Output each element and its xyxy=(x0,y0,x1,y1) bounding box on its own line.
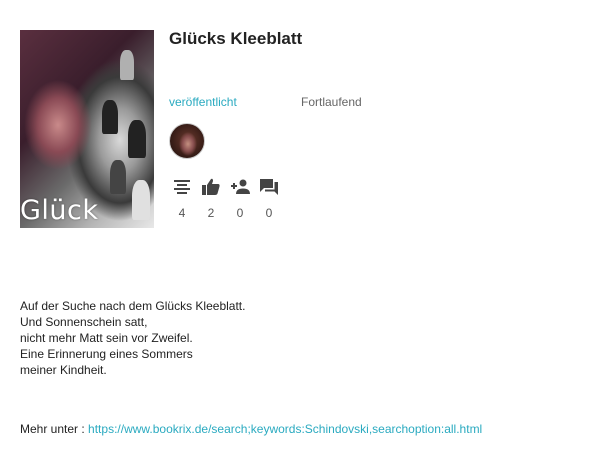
stats-bar: 4 2 0 0 xyxy=(172,177,279,220)
description-line: Eine Erinnerung eines Sommers xyxy=(20,347,193,361)
description-line: Und Sonnenschein satt, xyxy=(20,315,148,329)
description-line: Auf der Suche nach dem Glücks Kleeblatt. xyxy=(20,299,246,313)
description-line: nicht mehr Matt sein vor Zweifel. xyxy=(20,331,193,345)
stat-chapters[interactable]: 4 xyxy=(172,177,192,220)
chapters-count: 4 xyxy=(178,206,186,220)
book-title[interactable]: Glücks Kleeblatt xyxy=(169,29,302,49)
chess-piece-decoration xyxy=(128,120,146,158)
chess-piece-decoration xyxy=(120,50,134,80)
likes-count: 2 xyxy=(207,206,215,220)
comments-icon xyxy=(260,179,278,195)
chess-piece-decoration xyxy=(110,160,126,194)
cover-title: Glück xyxy=(20,195,99,226)
more-label: Mehr unter : xyxy=(20,422,85,436)
chess-piece-decoration xyxy=(132,180,150,220)
comments-count: 0 xyxy=(265,206,273,220)
stat-comments[interactable]: 0 xyxy=(259,177,279,220)
stat-likes[interactable]: 2 xyxy=(201,177,221,220)
book-description: Auf der Suche nach dem Glücks Kleeblatt.… xyxy=(20,298,245,378)
progress-status: Fortlaufend xyxy=(301,95,362,109)
more-link[interactable]: https://www.bookrix.de/search;keywords:S… xyxy=(88,422,482,436)
chess-piece-decoration xyxy=(102,100,118,134)
more-info: Mehr unter : https://www.bookrix.de/sear… xyxy=(20,422,482,436)
follower-icon xyxy=(231,179,250,194)
status-link[interactable]: veröffentlicht xyxy=(169,95,237,109)
chapters-icon xyxy=(174,180,190,194)
followers-count: 0 xyxy=(236,206,244,220)
description-line: meiner Kindheit. xyxy=(20,363,107,377)
book-cover[interactable]: Glück xyxy=(20,30,154,228)
stat-followers[interactable]: 0 xyxy=(230,177,250,220)
author-avatar[interactable] xyxy=(169,123,205,159)
like-icon xyxy=(202,178,220,195)
